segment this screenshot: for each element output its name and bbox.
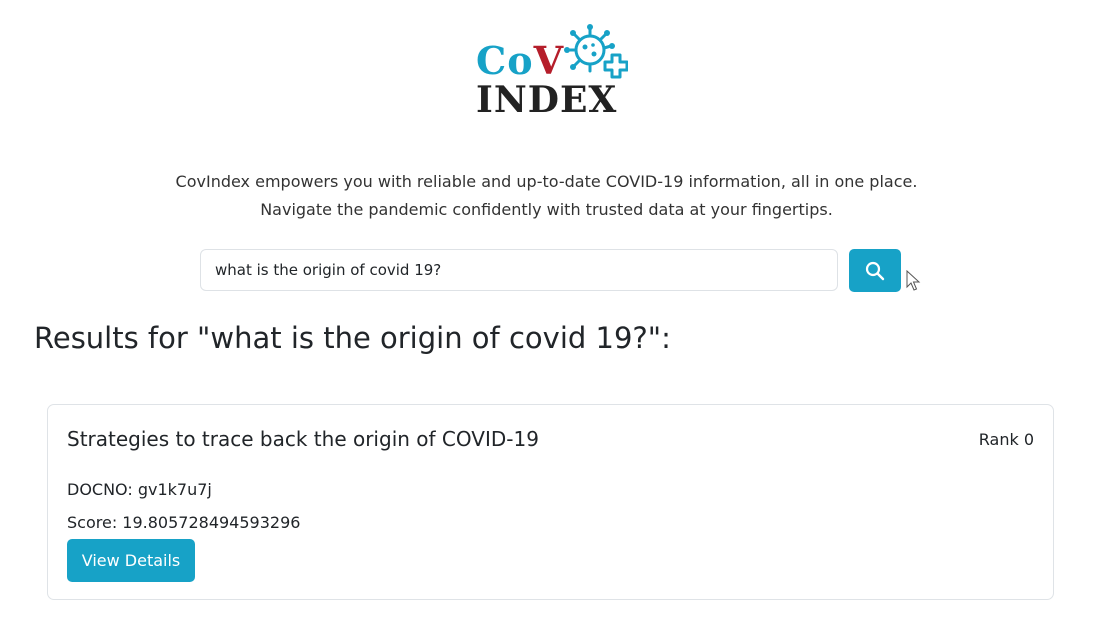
tagline: CovIndex empowers you with reliable and …	[0, 168, 1093, 224]
logo-text-index: INDEX	[476, 79, 618, 121]
page: CoV INDEX CovIndex empowers you with rel…	[0, 0, 1093, 624]
view-details-button[interactable]: View Details	[67, 539, 195, 582]
search-input[interactable]	[200, 249, 838, 291]
search-icon	[865, 261, 885, 280]
result-title: Strategies to trace back the origin of C…	[67, 427, 539, 451]
tagline-line-1: CovIndex empowers you with reliable and …	[175, 172, 918, 191]
virus-plus-icon	[564, 24, 628, 79]
result-rank: Rank 0	[978, 430, 1034, 449]
results-heading: Results for "what is the origin of covid…	[34, 321, 671, 355]
result-card: Strategies to trace back the origin of C…	[47, 404, 1054, 600]
covindex-logo: CoV INDEX	[470, 22, 640, 122]
result-score: Score: 19.805728494593296	[67, 513, 301, 532]
mouse-cursor-icon	[906, 270, 921, 291]
search-button[interactable]	[849, 249, 901, 292]
tagline-line-2: Navigate the pandemic confidently with t…	[260, 200, 833, 219]
result-docno: DOCNO: gv1k7u7j	[67, 480, 212, 499]
logo-text-cov: CoV	[476, 38, 565, 83]
